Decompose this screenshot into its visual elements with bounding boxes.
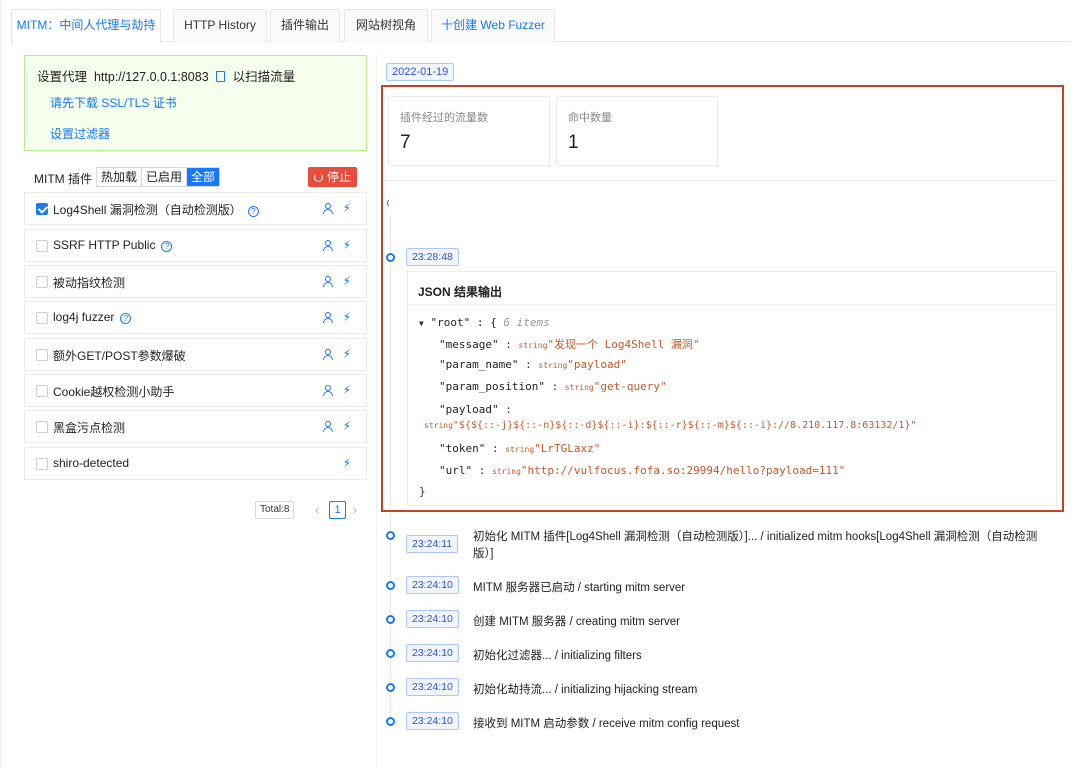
plugin-checkbox[interactable]: [36, 203, 48, 215]
time-tag: 23:24:10: [406, 610, 459, 628]
timeline-dot: [386, 615, 395, 624]
plugin-filter-group: 热加载 已启用 全部: [96, 167, 221, 187]
date-tag: 2022-01-19: [386, 63, 455, 81]
user-icon[interactable]: [323, 312, 333, 323]
plugin-name: SSRF HTTP Public?: [53, 238, 173, 252]
stop-label: 停止: [326, 170, 351, 184]
plugin-header: MITM 插件 热加载 已启用 全部 停止: [34, 167, 357, 187]
tab-create-web-fuzzer[interactable]: 十创建 Web Fuzzer: [431, 9, 555, 42]
plugin-item[interactable]: shiro-detected ⚡: [24, 447, 367, 480]
plugin-checkbox[interactable]: [36, 240, 48, 252]
plugin-name: 黑盒污点检测: [53, 421, 126, 435]
plugin-checkbox[interactable]: [36, 276, 48, 288]
tab-plugin-output[interactable]: 插件输出: [270, 9, 340, 42]
time-tag: 23:24:10: [406, 712, 459, 730]
help-icon[interactable]: ?: [247, 206, 259, 217]
tab-bar: MITM：中间人代理与劫持 HTTP History 插件输出 网站树视角 十创…: [11, 9, 1071, 43]
time-tag: 23:24:10: [406, 644, 459, 662]
tab-mitm[interactable]: MITM：中间人代理与劫持: [11, 9, 161, 43]
timeline-dot: [386, 531, 395, 540]
log-text: 创建 MITM 服务器 / creating mitm server: [473, 616, 681, 628]
help-icon[interactable]: ?: [120, 313, 132, 324]
power-icon: [313, 173, 323, 182]
time-tag: 23:24:10: [406, 678, 459, 696]
plugin-item[interactable]: 被动指纹检测 ⚡: [24, 265, 367, 298]
filter-all[interactable]: 全部: [187, 168, 220, 186]
proxy-address: http://127.0.0.1:8083: [93, 70, 209, 84]
filter-hot-reload[interactable]: 热加载: [97, 168, 143, 186]
plugin-name: log4j fuzzer?: [53, 310, 132, 324]
bolt-icon[interactable]: ⚡: [343, 419, 351, 433]
filter-enabled[interactable]: 已启用: [142, 168, 188, 186]
plugin-checkbox[interactable]: [36, 421, 48, 433]
log-text: 初始化 MITM 插件[Log4Shell 漏洞检测（自动检测版）]... / …: [473, 531, 1038, 543]
bolt-icon[interactable]: ⚡: [343, 238, 351, 252]
bolt-icon[interactable]: ⚡: [343, 201, 351, 215]
timeline-dot: [386, 717, 395, 726]
plugin-name: Log4Shell 漏洞检测（自动检测版）?: [53, 201, 259, 218]
copy-icon[interactable]: [216, 71, 226, 82]
proxy-suffix: 以扫描流量: [232, 70, 296, 84]
plugin-item[interactable]: 额外GET/POST参数爆破 ⚡: [24, 338, 367, 371]
timeline-dot: [386, 683, 395, 692]
plugin-checkbox[interactable]: [36, 385, 48, 397]
plugin-checkbox[interactable]: [36, 349, 48, 361]
log-text: 接收到 MITM 启动参数 / receive mitm config requ…: [473, 718, 740, 730]
user-icon[interactable]: [323, 385, 333, 396]
app-window: MITM：中间人代理与劫持 HTTP History 插件输出 网站树视角 十创…: [0, 0, 1080, 768]
bolt-icon[interactable]: ⚡: [343, 274, 351, 288]
bolt-icon[interactable]: ⚡: [343, 383, 351, 397]
plugin-checkbox[interactable]: [36, 312, 48, 324]
proxy-line: 设置代理 http://127.0.0.1:8083 以扫描流量: [37, 66, 295, 85]
prev-page-icon[interactable]: ‹: [315, 501, 319, 519]
log-text-continued: 版）]: [473, 548, 494, 560]
time-tag: 23:24:11: [406, 535, 459, 553]
download-cert-link[interactable]: 请先下载 SSL/TLS 证书: [50, 94, 177, 111]
page-number-button[interactable]: 1: [329, 501, 346, 519]
user-icon[interactable]: [323, 349, 333, 360]
plugin-item[interactable]: Cookie越权检测小助手 ⚡: [24, 374, 367, 407]
plugin-name: Cookie越权检测小助手: [53, 385, 175, 399]
log-text: 初始化劫持流... / initializing hijacking strea…: [473, 684, 698, 696]
proxy-settings-panel: 设置代理 http://127.0.0.1:8083 以扫描流量 请先下载 SS…: [24, 55, 367, 151]
plugin-section-title: MITM 插件: [34, 172, 92, 186]
user-icon[interactable]: [323, 203, 333, 214]
user-icon[interactable]: [323, 240, 333, 251]
plugin-name: 额外GET/POST参数爆破: [53, 349, 186, 363]
help-icon[interactable]: ?: [161, 241, 173, 252]
set-filter-link[interactable]: 设置过滤器: [50, 125, 110, 142]
tab-site-tree[interactable]: 网站树视角: [344, 9, 428, 42]
tab-http-history[interactable]: HTTP History: [173, 9, 267, 42]
user-icon[interactable]: [323, 276, 333, 287]
plugin-checkbox[interactable]: [36, 458, 48, 470]
plugin-item[interactable]: SSRF HTTP Public? ⚡: [24, 229, 367, 262]
stop-button[interactable]: 停止: [307, 167, 357, 187]
user-icon[interactable]: [323, 421, 333, 432]
bolt-icon[interactable]: ⚡: [343, 347, 351, 361]
next-page-icon[interactable]: ›: [353, 501, 357, 519]
log-text: 初始化过滤器... / initializing filters: [473, 650, 642, 662]
timeline-dot: [386, 649, 395, 658]
plugin-item[interactable]: Log4Shell 漏洞检测（自动检测版）? ⚡: [24, 192, 367, 225]
proxy-prefix: 设置代理: [37, 70, 88, 84]
plugin-item[interactable]: 黑盒污点检测 ⚡: [24, 410, 367, 443]
time-tag: 23:24:10: [406, 576, 459, 594]
bolt-icon[interactable]: ⚡: [343, 456, 351, 470]
pagination-total: Total:8: [255, 501, 295, 519]
highlight-annotation-box: [381, 85, 1064, 512]
plugin-name: shiro-detected: [53, 456, 130, 470]
timeline-dot: [386, 581, 395, 590]
log-text: MITM 服务器已启动 / starting mitm server: [473, 582, 686, 594]
plugin-item[interactable]: log4j fuzzer? ⚡: [24, 301, 367, 334]
plugin-name: 被动指纹检测: [53, 276, 126, 290]
bolt-icon[interactable]: ⚡: [343, 310, 351, 324]
